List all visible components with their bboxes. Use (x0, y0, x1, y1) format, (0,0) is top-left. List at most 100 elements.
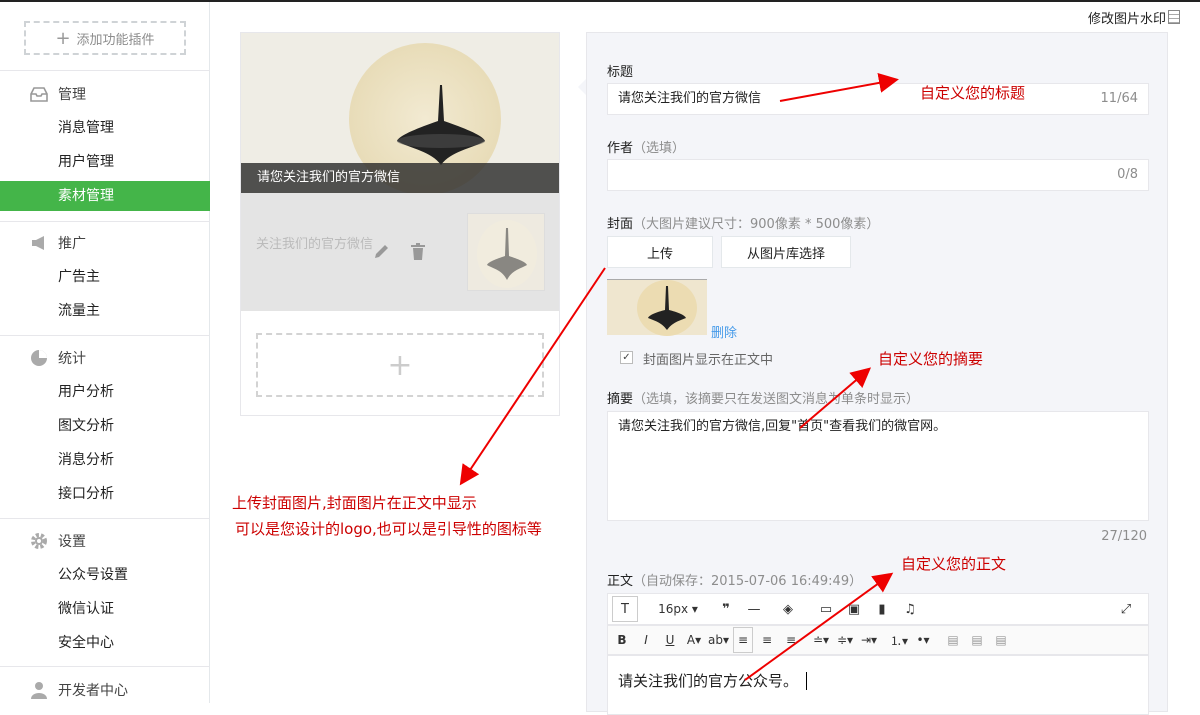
font-color-icon[interactable]: A▾ (684, 627, 704, 653)
italic-icon[interactable]: I (636, 627, 656, 653)
inbox-icon (30, 85, 48, 103)
upload-button[interactable]: 上传 (607, 236, 713, 268)
pie-chart-icon (30, 349, 48, 367)
float-right-icon[interactable]: ▤ (991, 627, 1011, 653)
annotation-summary: 自定义您的摘要 (878, 350, 984, 368)
text-cursor (806, 672, 812, 690)
image-icon[interactable]: ▣ (842, 596, 866, 622)
cover-label-text: 封面 (607, 217, 634, 232)
sidebar-item-account-settings[interactable]: 公众号设置 (0, 560, 210, 590)
sidebar-item-materials[interactable]: 素材管理 (0, 181, 210, 211)
user-icon (30, 681, 48, 699)
font-size-value: 16px (658, 602, 689, 616)
library-button[interactable]: 从图片库选择 (721, 236, 851, 268)
section-manage: 管理 (30, 84, 86, 104)
font-size-select[interactable]: 16px ▾ (654, 596, 702, 622)
author-input[interactable]: 0/8 (607, 159, 1149, 191)
paragraph-spacing-icon[interactable]: ≑▾ (835, 627, 855, 653)
video-icon[interactable]: ▭ (814, 596, 838, 622)
author-label: 作者（选填） (607, 137, 685, 156)
align-right-icon[interactable]: ≡ (781, 627, 801, 653)
align-left-icon[interactable]: ≡ (733, 627, 753, 653)
title-input[interactable]: 请您关注我们的官方微信 11/64 (607, 83, 1149, 115)
delete-cover-link[interactable]: 删除 (711, 322, 737, 341)
cover-label: 封面（大图片建议尺寸：900像素 * 500像素） (607, 213, 879, 232)
section-promote: 推广 (30, 233, 86, 253)
music-icon[interactable]: ♫ (898, 596, 922, 622)
divider (0, 335, 210, 336)
plus-icon: + (55, 27, 71, 49)
author-count: 0/8 (1117, 167, 1138, 182)
divider (0, 221, 210, 222)
trash-icon[interactable] (410, 243, 426, 261)
add-article-button[interactable]: + (256, 333, 544, 397)
annotation-title: 自定义您的标题 (920, 84, 1026, 102)
float-center-icon[interactable]: ▤ (967, 627, 987, 653)
summary-textarea[interactable]: 请您关注我们的官方微信,回复"首页"查看我们的微官网。 (607, 411, 1149, 521)
body-text: 请关注我们的官方公众号。 (618, 672, 799, 690)
body-label: 正文（自动保存：2015-07-06 16:49:49） (607, 570, 862, 589)
show-cover-label: 封面图片显示在正文中 (643, 353, 774, 368)
sidebar-item-users[interactable]: 用户管理 (0, 147, 210, 177)
align-center-icon[interactable]: ≡ (757, 627, 777, 653)
show-cover-checkbox[interactable]: ✓ (620, 351, 633, 364)
sidebar-item-advertiser[interactable]: 广告主 (0, 262, 210, 292)
line-height-icon[interactable]: ≐▾ (811, 627, 831, 653)
watermark-link[interactable]: 修改图片水印 (1088, 8, 1166, 27)
section-developer[interactable]: 开发者中心 (30, 680, 128, 700)
summary-label: 摘要（选填，该摘要只在发送图文消息为单条时显示） (607, 388, 919, 407)
sub-article-title: 关注我们的官方微信 (256, 237, 374, 252)
annotation-cover-line2: 可以是您设计的logo,也可以是引导性的图标等 (235, 520, 542, 538)
section-stats: 统计 (30, 348, 86, 368)
summary-count: 27/120 (1101, 529, 1147, 544)
sub-article-item[interactable]: 关注我们的官方微信 (241, 193, 559, 311)
body-editor[interactable]: 请关注我们的官方公众号。 (607, 655, 1149, 715)
cover-image[interactable]: 请您关注我们的官方微信 (241, 33, 559, 193)
sidebar-item-messages[interactable]: 消息管理 (0, 113, 210, 143)
indent-icon[interactable]: ⇥▾ (859, 627, 879, 653)
article-preview: 请您关注我们的官方微信 关注我们的官方微信 + (240, 32, 560, 416)
main-content: 修改图片水印 请您关注我们的官方微信 关注我们的官方微信 + 标题 请您关注我们… (210, 2, 1200, 715)
sidebar-item-security[interactable]: 安全中心 (0, 628, 210, 658)
sidebar-item-publisher[interactable]: 流量主 (0, 296, 210, 326)
bold-icon[interactable]: B (612, 627, 632, 653)
pencil-icon[interactable] (372, 243, 390, 261)
ordered-list-icon[interactable]: ⒈▾ (889, 627, 909, 653)
format-brush-icon[interactable]: ◈ (776, 596, 800, 622)
bar-chart-icon[interactable]: ▮ (870, 596, 894, 622)
title-label: 标题 (607, 65, 634, 80)
section-title: 开发者中心 (58, 683, 128, 699)
section-settings: 设置 (30, 531, 86, 551)
sidebar-item-article-analysis[interactable]: 图文分析 (0, 411, 210, 441)
divider (0, 70, 210, 71)
text-format-icon[interactable]: T (612, 596, 638, 622)
unordered-list-icon[interactable]: •▾ (913, 627, 933, 653)
background-color-icon[interactable]: ab▾ (708, 627, 729, 653)
horizontal-rule-icon[interactable]: — (742, 596, 766, 622)
sidebar-item-user-analysis[interactable]: 用户分析 (0, 377, 210, 407)
underline-icon[interactable]: U (660, 627, 680, 653)
editor-toolbar-format: B I U A▾ ab▾ ≡ ≡ ≡ ≐▾ ≑▾ ⇥▾ ⒈▾ •▾ ▤ ▤ ▤ (607, 625, 1149, 655)
cover-note: （大图片建议尺寸：900像素 * 500像素） (633, 217, 880, 232)
title-count: 11/64 (1100, 91, 1138, 106)
divider (0, 518, 210, 519)
fullscreen-icon[interactable]: ⤢ (1114, 596, 1138, 622)
section-title: 推广 (58, 236, 86, 252)
autosave-note: （自动保存：2015-07-06 16:49:49） (633, 574, 863, 589)
add-plugin-button[interactable]: + 添加功能插件 (24, 21, 186, 55)
sidebar-item-message-analysis[interactable]: 消息分析 (0, 445, 210, 475)
megaphone-icon (30, 234, 48, 252)
gear-icon (30, 532, 48, 550)
sidebar-item-verification[interactable]: 微信认证 (0, 594, 210, 624)
section-title: 管理 (58, 87, 86, 103)
sidebar-item-api-analysis[interactable]: 接口分析 (0, 479, 210, 509)
summary-label-text: 摘要 (607, 392, 634, 407)
annotation-body: 自定义您的正文 (901, 555, 1007, 573)
quote-icon[interactable]: ❞ (714, 596, 738, 622)
add-plugin-label: 添加功能插件 (76, 32, 155, 48)
title-value: 请您关注我们的官方微信 (618, 91, 762, 106)
sub-article-thumbnail (467, 213, 545, 291)
body-label-text: 正文 (607, 574, 634, 589)
float-left-icon[interactable]: ▤ (943, 627, 963, 653)
document-icon[interactable] (1168, 10, 1180, 24)
